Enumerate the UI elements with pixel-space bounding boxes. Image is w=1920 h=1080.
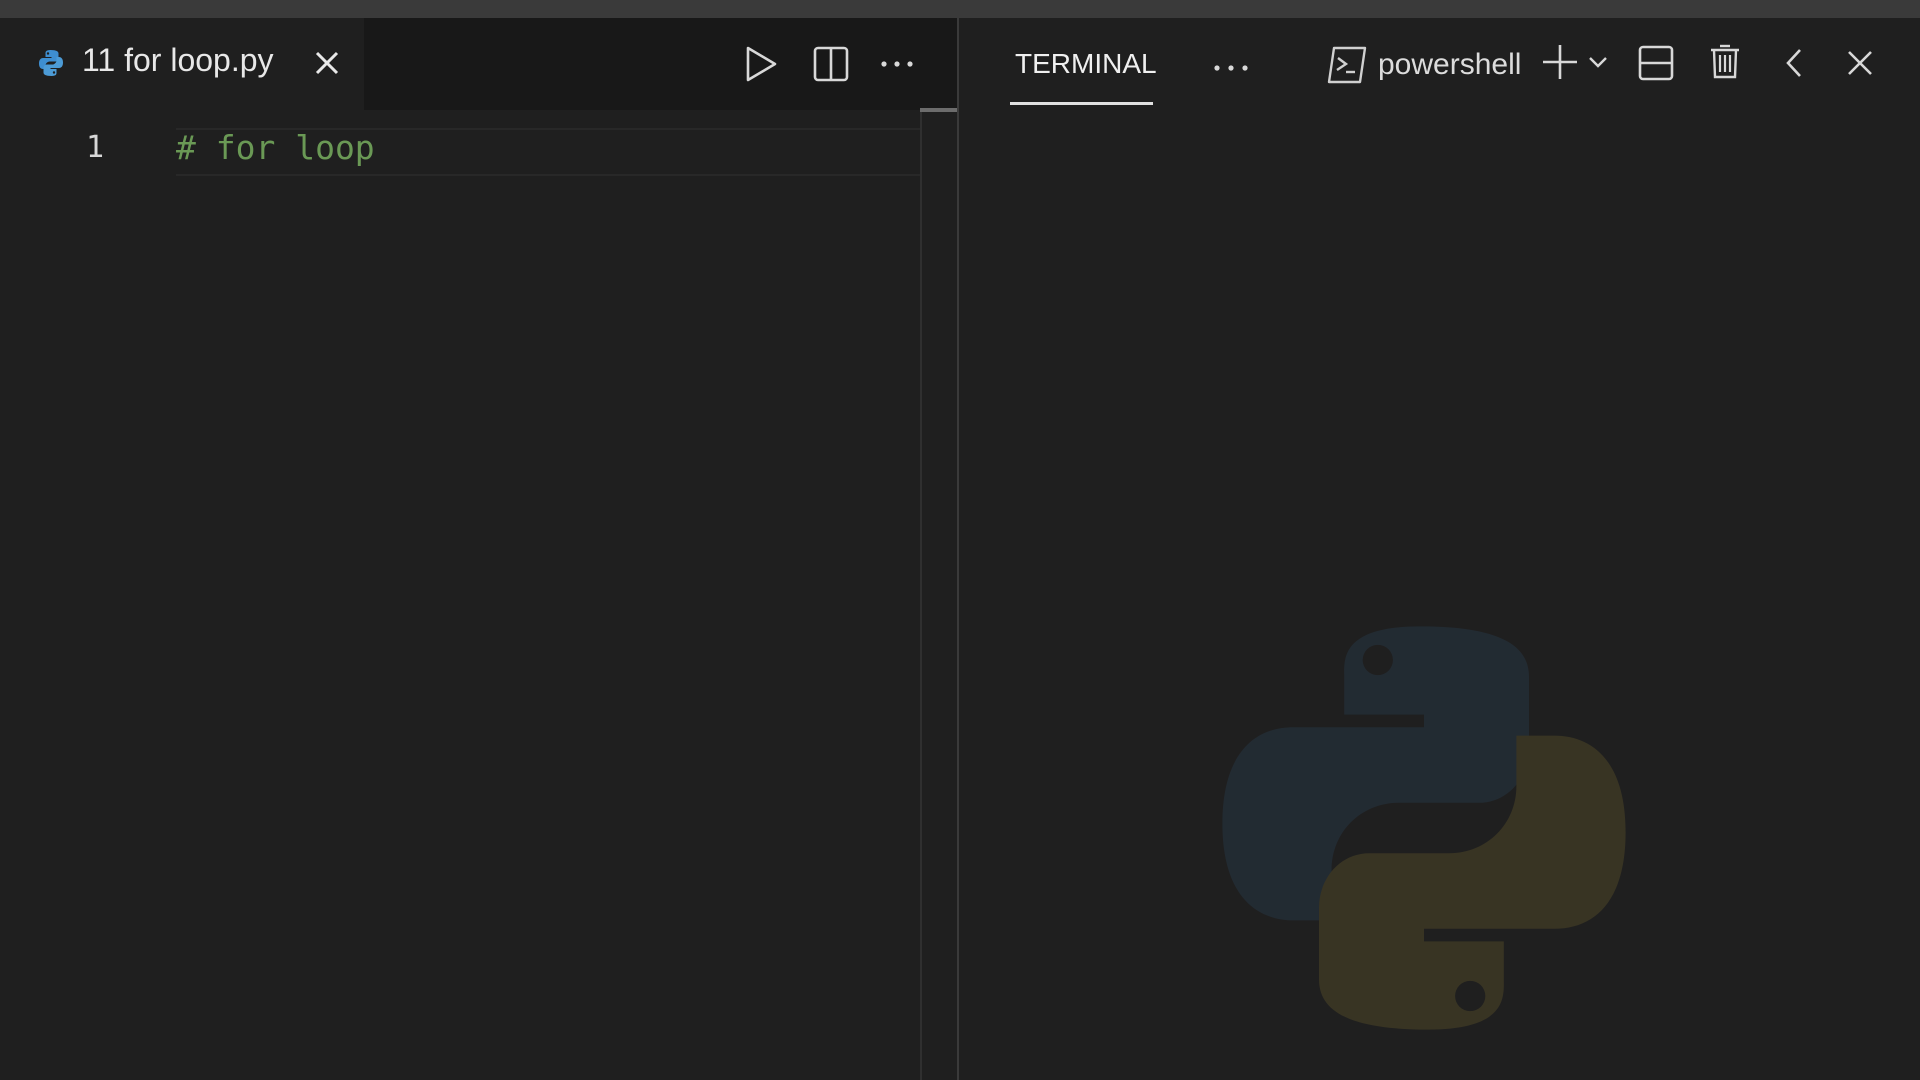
active-tab-indicator	[1010, 102, 1153, 105]
terminal-shell-label[interactable]: powershell	[1378, 48, 1521, 82]
close-icon[interactable]	[1845, 48, 1875, 78]
chevron-left-icon[interactable]	[1783, 46, 1805, 80]
more-actions-icon[interactable]	[878, 54, 916, 74]
new-terminal-plus-icon[interactable]	[1540, 42, 1580, 82]
python-file-icon	[39, 50, 63, 76]
terminal-shell-icon[interactable]	[1326, 45, 1368, 85]
editor-pane: 11 for loop.py 1 # for loop	[0, 18, 959, 1080]
line-number: 1	[86, 130, 105, 165]
editor-tab-active[interactable]: 11 for loop.py	[0, 18, 364, 110]
python-logo-watermark	[1222, 626, 1626, 1030]
code-area[interactable]: 1 # for loop	[0, 110, 920, 1080]
editor-tab-label: 11 for loop.py	[82, 42, 274, 78]
tab-terminal[interactable]: TERMINAL	[1015, 48, 1157, 80]
window-top-strip	[0, 0, 1920, 18]
editor-scrollbar[interactable]	[920, 110, 959, 1080]
close-icon[interactable]	[312, 48, 342, 78]
trash-icon[interactable]	[1709, 42, 1741, 80]
code-line[interactable]: # for loop	[176, 128, 375, 167]
run-play-icon[interactable]	[744, 45, 778, 83]
chevron-down-icon[interactable]	[1587, 54, 1609, 70]
terminal-panel: TERMINAL powershell	[959, 18, 1920, 1080]
editor-tab-bar: 11 for loop.py	[0, 18, 957, 110]
scrollbar-thumb[interactable]	[920, 108, 957, 112]
more-actions-icon[interactable]	[1211, 62, 1251, 74]
split-editor-icon[interactable]	[812, 45, 850, 83]
split-terminal-icon[interactable]	[1637, 44, 1675, 82]
